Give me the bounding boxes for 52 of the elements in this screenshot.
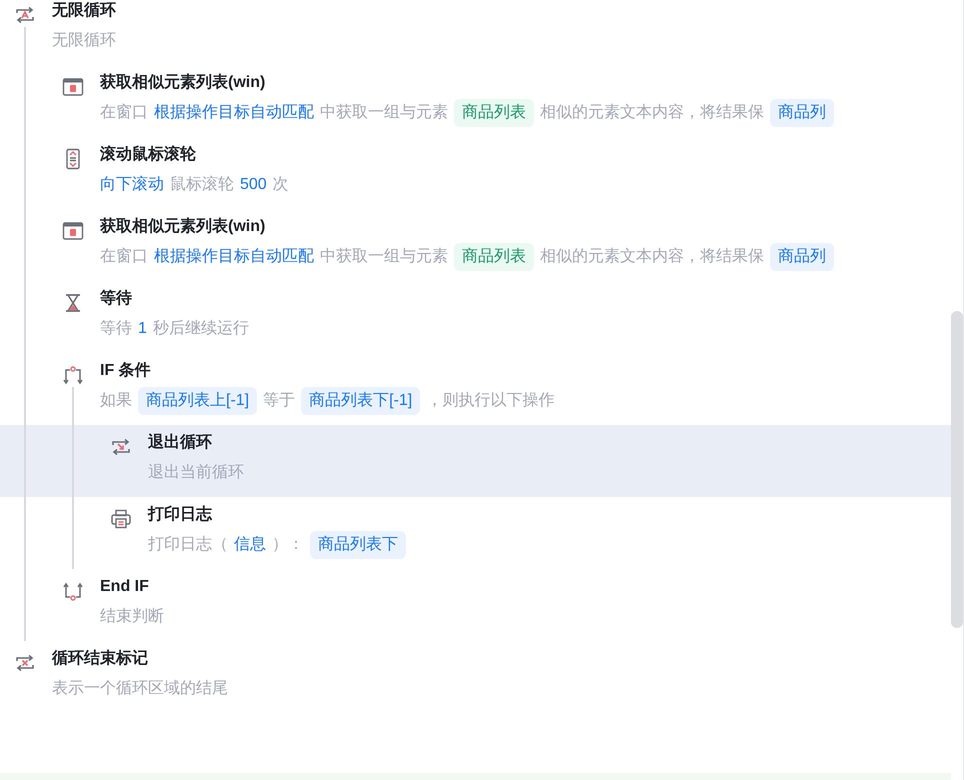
step-title: 打印日志 (148, 504, 212, 525)
description-text: 秒后继续运行 (152, 318, 249, 339)
step-title: End IF (100, 577, 149, 597)
description-text: 打印日志（ (148, 534, 228, 555)
step-title: 循环结束标记 (52, 648, 148, 669)
description-text: 等待 (100, 319, 132, 339)
parameter-link[interactable]: 根据操作目标自动匹配 (154, 243, 314, 271)
parameter-link[interactable]: 根据操作目标自动匹配 (154, 99, 314, 127)
printer-icon (110, 508, 132, 530)
step-title: 无限循环 (52, 1, 116, 21)
loop-end-icon (14, 652, 36, 674)
parameter-link[interactable]: 信息 (234, 531, 266, 559)
description-text: 中获取一组与元素 (320, 246, 448, 267)
description-text: 退出当前循环 (148, 462, 244, 483)
description-text: ）： (272, 535, 304, 555)
window-icon (62, 220, 84, 242)
description-text: 鼠标滚轮 (170, 174, 234, 195)
step-row[interactable]: 退出循环 退出当前循环 (0, 425, 951, 497)
description-text: 如果 (100, 391, 132, 411)
step-title: IF 条件 (100, 360, 151, 381)
description-text: 相似的元素文本内容，将结果保 (540, 246, 764, 267)
step-title: 获取相似元素列表(win) (100, 216, 266, 237)
window-icon (62, 76, 84, 98)
description-text: 相似的元素文本内容，将结果保 (540, 102, 764, 123)
variable-tag[interactable]: 商品列 (770, 99, 834, 127)
description-text: 在窗口 (100, 246, 148, 267)
element-tag[interactable]: 商品列表 (454, 243, 534, 271)
variable-tag[interactable]: 商品列 (770, 243, 834, 271)
step-title: 滚动鼠标滚轮 (100, 144, 196, 165)
description-text: ，则执行以下操作 (426, 390, 554, 411)
description-text: 无限循环 (52, 31, 116, 51)
step-title: 退出循环 (148, 432, 212, 453)
variable-tag[interactable]: 商品列表下 (310, 531, 406, 559)
branch-icon (62, 364, 84, 386)
scrollbar-thumb[interactable] (951, 311, 963, 628)
parameter-link[interactable]: 1 (138, 315, 147, 343)
description-text: 中获取一组与元素 (320, 102, 448, 123)
variable-tag[interactable]: 商品列表上[-1] (138, 387, 258, 415)
description-text: 次 (272, 175, 289, 195)
step-title: 等待 (100, 288, 132, 309)
description-text: 结束判断 (100, 606, 164, 627)
description-text: 在窗口 (100, 102, 148, 123)
description-text: 等于 (263, 391, 296, 411)
merge-icon (62, 580, 84, 602)
parameter-link[interactable]: 向下滚动 (100, 171, 164, 199)
loop-icon (14, 4, 36, 26)
loop-exit-icon (110, 436, 132, 458)
parameter-link[interactable]: 500 (240, 171, 267, 199)
variable-tag[interactable]: 商品列表下[-1] (301, 387, 420, 415)
step-title: 获取相似元素列表(win) (100, 72, 266, 93)
description-text: 表示一个循环区域的结尾 (52, 678, 228, 699)
element-tag[interactable]: 商品列表 (454, 99, 534, 127)
